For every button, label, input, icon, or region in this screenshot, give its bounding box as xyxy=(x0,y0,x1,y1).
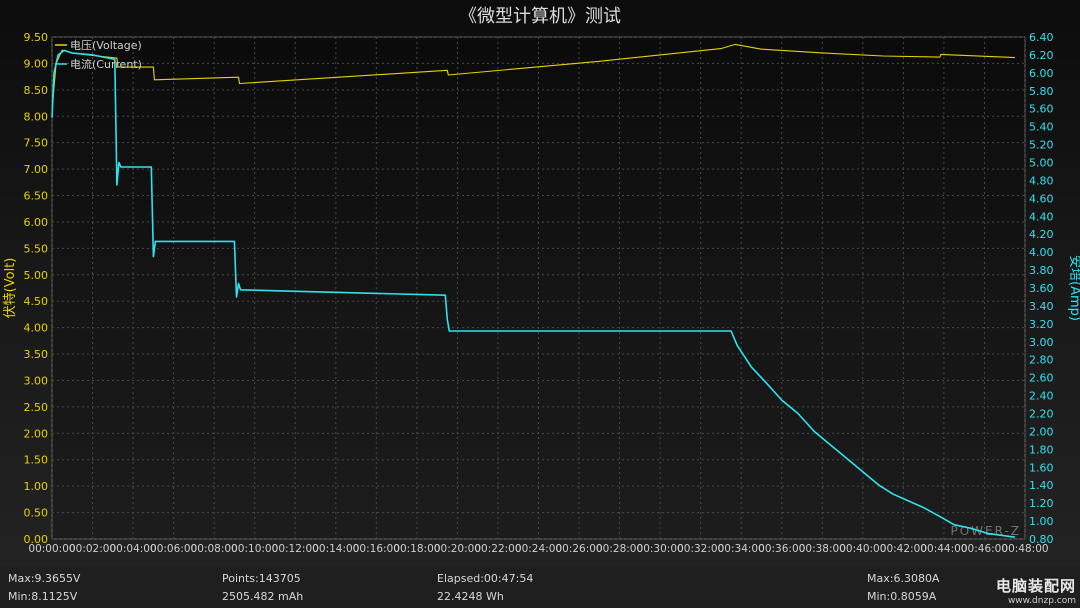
y-right-tick-label: 4.00 xyxy=(1029,246,1054,259)
y-right-tick-label: 4.60 xyxy=(1029,192,1054,205)
y-right-tick-label: 5.60 xyxy=(1029,103,1054,116)
y-right-tick-label: 1.60 xyxy=(1029,461,1054,474)
y-left-tick-label: 5.50 xyxy=(24,242,49,255)
y-right-tick-label: 1.20 xyxy=(1029,497,1054,510)
y-right-tick-label: 1.80 xyxy=(1029,443,1054,456)
x-tick-label: 00:48:00 xyxy=(1001,543,1048,555)
y-left-tick-label: 1.00 xyxy=(24,480,49,493)
y-left-tick-label: 9.00 xyxy=(24,57,49,70)
stat-min-current: Min:0.8059A xyxy=(867,590,937,603)
y-right-tick-label: 5.80 xyxy=(1029,85,1054,98)
y-right-tick-label: 3.40 xyxy=(1029,300,1054,313)
y-left-axis-label: 伏特(Volt) xyxy=(3,258,18,319)
site-watermark: 电脑装配网 www.dnzp.com xyxy=(996,575,1076,606)
y-left-tick-label: 4.00 xyxy=(24,322,49,335)
y-right-tick-label: 3.60 xyxy=(1029,282,1054,295)
y-right-tick-label: 2.80 xyxy=(1029,354,1054,367)
y-right-tick-label: 6.00 xyxy=(1029,67,1054,80)
y-left-tick-label: 1.50 xyxy=(24,454,49,467)
y-left-tick-label: 0.50 xyxy=(24,507,49,520)
y-left-tick-label: 8.50 xyxy=(24,84,49,97)
y-right-tick-label: 5.00 xyxy=(1029,157,1054,170)
site-url: www.dnzp.com xyxy=(1007,596,1076,606)
y-right-tick-label: 1.40 xyxy=(1029,479,1054,492)
y-right-tick-label: 5.20 xyxy=(1029,139,1054,152)
y-left-tick-label: 9.50 xyxy=(24,31,49,44)
y-left-tick-label: 2.50 xyxy=(24,401,49,414)
y-left-tick-label: 5.00 xyxy=(24,269,49,282)
y-left-tick-label: 7.00 xyxy=(24,163,49,176)
y-left-tick-label: 7.50 xyxy=(24,137,49,150)
stat-min-voltage: Min:8.1125V xyxy=(8,590,78,603)
stat-elapsed: Elapsed:00:47:54 xyxy=(437,572,534,585)
y-right-tick-label: 3.00 xyxy=(1029,336,1054,349)
legend-label: 电流(Current) xyxy=(70,57,142,71)
y-left-tick-label: 8.00 xyxy=(24,110,49,123)
stat-points: Points:143705 xyxy=(222,572,301,585)
y-right-axis-label: 安培(Amp) xyxy=(1067,255,1080,321)
chart-window: 0.00 0.50 1.00 1.50 2.00 2.50 3.00 3.50 4.00 4.50… xyxy=(0,0,1080,608)
legend-label: 电压(Voltage) xyxy=(70,39,142,52)
y-right-tick-label: 2.40 xyxy=(1029,390,1054,403)
y-right-tick-label: 3.20 xyxy=(1029,318,1054,331)
y-right-tick-label: 4.20 xyxy=(1029,228,1054,241)
site-name: 电脑装配网 xyxy=(995,577,1076,595)
y-right-tick-label: 6.40 xyxy=(1029,31,1054,44)
y-left-tick-label: 6.50 xyxy=(24,190,49,203)
y-right-tick-label: 4.40 xyxy=(1029,210,1054,223)
y-right-tick-label: 4.80 xyxy=(1029,174,1054,187)
stat-max-voltage: Max:9.3655V xyxy=(8,572,81,585)
y-right-tick-label: 5.40 xyxy=(1029,121,1054,134)
y-right-tick-label: 2.00 xyxy=(1029,425,1054,438)
y-left-tick-label: 3.00 xyxy=(24,374,49,387)
y-right-tick-label: 2.20 xyxy=(1029,408,1054,421)
y-right-tick-label: 3.80 xyxy=(1029,264,1054,277)
chart-title: 《微型计算机》测试 xyxy=(459,6,621,27)
y-right-tick-label: 6.20 xyxy=(1029,49,1054,62)
stats-bar: Max:9.3655V Min:8.1125V Points:143705 25… xyxy=(0,566,1080,608)
y-left-tick-label: 4.50 xyxy=(24,295,49,308)
stat-max-current: Max:6.3080A xyxy=(867,572,940,585)
y-right-tick-label: 2.60 xyxy=(1029,372,1054,385)
y-left-tick-label: 3.50 xyxy=(24,348,49,361)
power-test-chart: 0.000.501.001.502.002.503.003.504.004.50… xyxy=(3,6,1080,555)
stat-capacity: 2505.482 mAh xyxy=(222,590,304,603)
y-left-tick-label: 6.00 xyxy=(24,216,49,229)
y-left-tick-label: 2.00 xyxy=(24,427,49,440)
stat-energy: 22.4248 Wh xyxy=(437,590,504,603)
y-right-tick-label: 1.00 xyxy=(1029,515,1054,528)
